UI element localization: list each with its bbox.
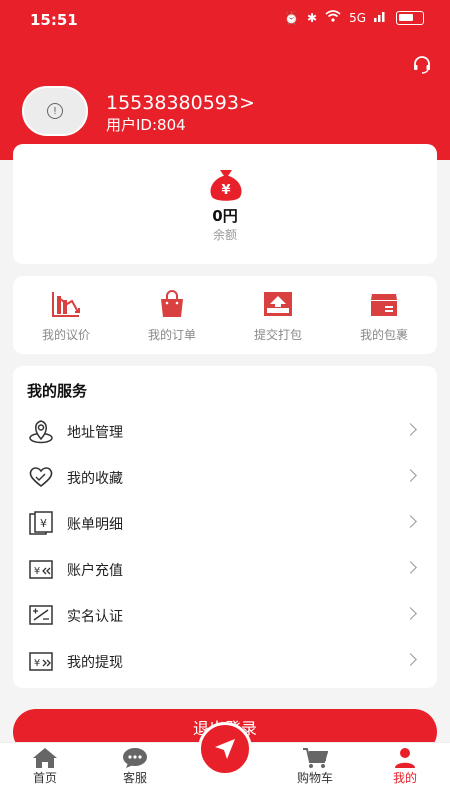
order-item-bargain[interactable]: 我的议价 [13, 276, 119, 354]
order-item-package[interactable]: 我的包裹 [331, 276, 437, 354]
recharge-icon: ¥ [28, 556, 54, 582]
chat-icon [122, 747, 148, 769]
chevron-right-icon [404, 607, 417, 620]
chevron-right-icon [404, 653, 417, 666]
cart-icon [302, 747, 329, 769]
wifi-icon [325, 10, 341, 25]
status-bar: 15:51 ⏰ ✱ 5G [0, 0, 450, 38]
heart-icon [28, 464, 54, 490]
send-button[interactable] [198, 722, 252, 776]
service-verify[interactable]: 实名认证 [13, 594, 437, 640]
tab-cart[interactable]: 购物车 [270, 743, 360, 800]
status-time: 15:51 [30, 11, 78, 29]
bluetooth-icon: ✱ [307, 10, 318, 25]
tab-label: 我的 [392, 771, 417, 785]
service-label: 实名认证 [67, 609, 123, 625]
tab-mine[interactable]: 我的 [360, 743, 450, 800]
info-icon: ! [47, 103, 63, 119]
svg-text:¥: ¥ [40, 517, 47, 530]
location-pin-icon [28, 418, 54, 444]
services-card: 我的服务 地址管理 我的收藏 ¥ 账单明细 ¥ 账户充值 实名认证 ¥ 我的提现 [13, 366, 437, 688]
order-label: 我的包裹 [359, 328, 408, 342]
order-item-orders[interactable]: 我的订单 [119, 276, 225, 354]
network-label: 5G [349, 10, 366, 25]
service-label: 账户充值 [67, 563, 123, 579]
id-verify-icon [28, 602, 54, 628]
service-label: 地址管理 [67, 425, 123, 441]
user-phone[interactable]: 15538380593> [106, 92, 255, 114]
alarm-icon: ⏰ [284, 10, 299, 25]
headset-icon[interactable] [412, 54, 432, 74]
signal-icon [374, 10, 388, 25]
user-id: 用户ID:804 [106, 116, 186, 134]
services-title: 我的服务 [27, 382, 88, 400]
service-label: 账单明细 [67, 517, 123, 533]
svg-text:¥: ¥ [34, 566, 40, 577]
user-icon [392, 747, 418, 769]
package-icon [369, 290, 399, 318]
service-label: 我的提现 [67, 655, 123, 671]
chevron-right-icon [404, 561, 417, 574]
service-bills[interactable]: ¥ 账单明细 [13, 502, 437, 548]
status-icons: ⏰ ✱ 5G [284, 10, 424, 25]
order-label: 我的订单 [147, 328, 196, 342]
chevron-right-icon [404, 423, 417, 436]
bargain-chart-icon [51, 290, 81, 318]
service-label: 我的收藏 [67, 471, 123, 487]
service-withdraw[interactable]: ¥ 我的提现 [13, 640, 437, 686]
tab-home[interactable]: 首页 [0, 743, 90, 800]
tab-label: 首页 [32, 771, 57, 785]
home-icon [32, 747, 58, 769]
svg-text:¥: ¥ [34, 658, 40, 669]
upload-box-icon [263, 290, 293, 318]
avatar[interactable]: ! [22, 86, 88, 136]
service-recharge[interactable]: ¥ 账户充值 [13, 548, 437, 594]
money-bag-icon: ¥ [206, 166, 246, 204]
tab-service[interactable]: 客服 [90, 743, 180, 800]
orders-card: 我的议价 我的订单 提交打包 我的包裹 [13, 276, 437, 354]
order-item-pack[interactable]: 提交打包 [225, 276, 331, 354]
order-label: 我的议价 [41, 328, 90, 342]
service-address[interactable]: 地址管理 [13, 410, 437, 456]
chevron-right-icon [404, 469, 417, 482]
tab-label: 购物车 [296, 771, 333, 785]
battery-icon [396, 10, 424, 25]
svg-text:¥: ¥ [221, 183, 230, 198]
balance-label: 余额 [212, 228, 237, 242]
chevron-right-icon [404, 515, 417, 528]
order-label: 提交打包 [253, 328, 302, 342]
send-icon [215, 739, 235, 759]
service-favorites[interactable]: 我的收藏 [13, 456, 437, 502]
bill-icon: ¥ [28, 510, 54, 536]
balance-amount: 0円 [212, 207, 238, 225]
balance-card[interactable]: ¥ 0円 余额 [13, 144, 437, 264]
shopping-bag-icon [157, 290, 187, 318]
withdraw-icon: ¥ [28, 648, 54, 674]
tab-label: 客服 [122, 771, 147, 785]
